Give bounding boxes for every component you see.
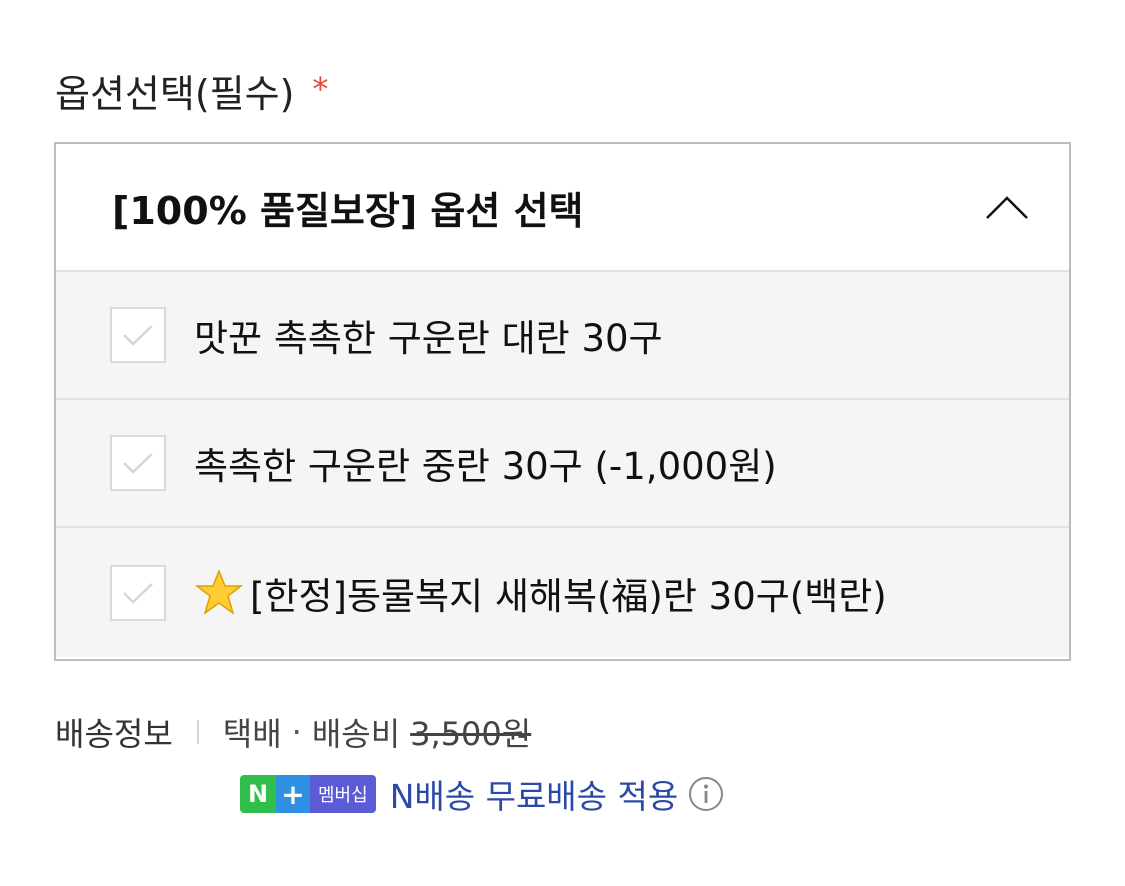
option-field-label: 옵션선택(필수): [55, 71, 295, 116]
option-label: [한정]동물복지 새해복(福)란 30구(백란): [250, 574, 887, 618]
separator-dot: ·: [291, 713, 302, 751]
option-label-wrapper: [한정]동물복지 새해복(福)란 30구(백란): [194, 566, 887, 620]
checkbox[interactable]: [110, 435, 166, 491]
option-select-header[interactable]: [100% 품질보장] 옵션 선택: [56, 144, 1069, 272]
membership-badge-label: 멤버십: [310, 775, 376, 813]
check-icon: [123, 453, 153, 474]
membership-badge: N + 멤버십: [240, 775, 376, 813]
plus-icon: +: [276, 775, 310, 813]
shipping-label: 배송정보: [55, 715, 173, 753]
check-icon: [123, 582, 153, 604]
check-icon: [123, 325, 153, 346]
shipping-method: 택배: [222, 715, 282, 753]
option-select-title: [100% 품질보장] 옵션 선택: [112, 188, 584, 233]
required-mark: *: [312, 70, 329, 108]
info-icon[interactable]: [688, 776, 724, 812]
chevron-up-icon[interactable]: [985, 185, 1029, 229]
naver-n-logo: N: [240, 775, 276, 813]
option-item-1[interactable]: 맛꾼 촉촉한 구운란 대란 30구: [56, 272, 1069, 400]
membership-benefit-text: N배송 무료배송 적용: [389, 777, 679, 816]
option-item-2[interactable]: 촉촉한 구운란 중란 30구 (-1,000원): [56, 400, 1069, 528]
shipping-info: 배송정보 택배 · 배송비 3,500원: [55, 706, 531, 758]
star-icon: [194, 568, 244, 615]
shipping-fee-label: 배송비: [311, 715, 401, 753]
checkbox[interactable]: [110, 307, 166, 363]
option-item-3[interactable]: [한정]동물복지 새해복(福)란 30구(백란): [56, 528, 1069, 657]
membership-benefit: N + 멤버십 N배송 무료배송 적용: [240, 768, 724, 820]
option-select: [100% 품질보장] 옵션 선택 맛꾼 촉촉한 구운란 대란 30구 촉촉한 …: [54, 142, 1071, 661]
shipping-fee-original: 3,500원: [410, 715, 532, 753]
option-label: 맛꾼 촉촉한 구운란 대란 30구: [194, 317, 663, 360]
option-label: 촉촉한 구운란 중란 30구 (-1,000원): [194, 445, 777, 488]
option-field-label-row: 옵션선택(필수) *: [55, 62, 328, 118]
checkbox[interactable]: [110, 564, 166, 621]
divider: [196, 720, 199, 744]
